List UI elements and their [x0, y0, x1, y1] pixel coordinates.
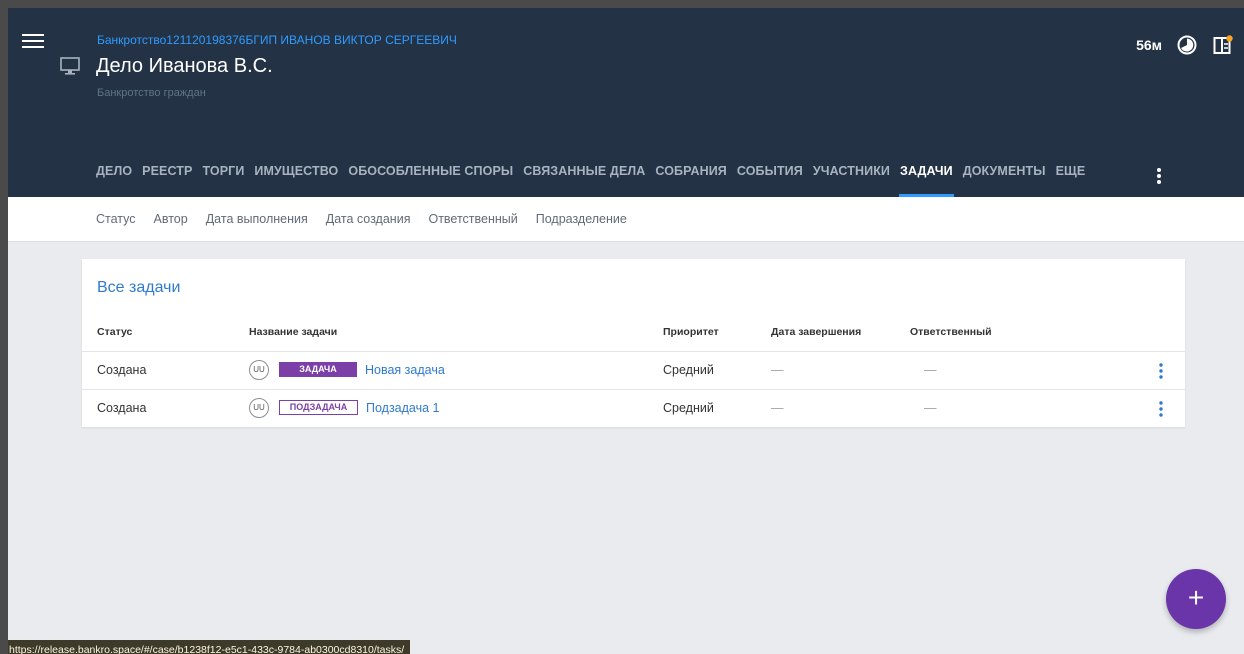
task-type-badge: ПОДЗАДАЧА	[279, 400, 358, 415]
filter-status[interactable]: Статус	[96, 212, 136, 226]
add-task-button[interactable]: +	[1166, 569, 1226, 629]
filter-due-date[interactable]: Дата выполнения	[206, 212, 308, 226]
tab-registry[interactable]: РЕЕСТР	[137, 164, 197, 197]
column-header-status[interactable]: Статус	[97, 326, 132, 338]
tab-related-cases[interactable]: СВЯЗАННЫЕ ДЕЛА	[518, 164, 650, 197]
case-tabs: ДЕЛО РЕЕСТР ТОРГИ ИМУЩЕСТВО ОБОСОБЛЕННЫЕ…	[96, 164, 1090, 197]
case-header: Банкротство121120198376БГИП ИВАНОВ ВИКТО…	[8, 8, 1244, 197]
avatar: UU	[249, 398, 269, 418]
filter-department[interactable]: Подразделение	[536, 212, 627, 226]
task-priority: Средний	[663, 363, 714, 377]
case-supertitle[interactable]: Банкротство121120198376БГИП ИВАНОВ ВИКТО…	[97, 33, 457, 47]
tab-participants[interactable]: УЧАСТНИКИ	[808, 164, 895, 197]
more-vert-icon[interactable]	[1153, 166, 1165, 186]
tasks-card: Все задачи Статус Название задачи Приори…	[82, 259, 1185, 427]
header-actions: 56м	[1136, 34, 1234, 56]
column-header-name[interactable]: Название задачи	[249, 326, 337, 338]
task-status: Создана	[97, 401, 147, 415]
filter-author[interactable]: Автор	[154, 212, 188, 226]
filter-bar: Статус Автор Дата выполнения Дата создан…	[8, 197, 1244, 242]
notifications-panel-icon[interactable]	[1212, 34, 1234, 56]
task-due-date: —	[771, 363, 784, 377]
app-frame: Банкротство121120198376БГИП ИВАНОВ ВИКТО…	[0, 0, 1244, 654]
task-assignee: —	[924, 363, 937, 377]
task-priority: Средний	[663, 401, 714, 415]
tab-events[interactable]: СОБЫТИЯ	[732, 164, 808, 197]
menu-icon[interactable]	[22, 34, 44, 52]
case-subtitle: Банкротство граждан	[97, 87, 206, 99]
filter-assignee[interactable]: Ответственный	[428, 212, 517, 226]
notification-dot	[1226, 35, 1233, 42]
table-row[interactable]: Создана UU ПОДЗАДАЧА Подзадача 1 Средний…	[82, 389, 1185, 427]
tab-more[interactable]: ЕЩЕ	[1051, 164, 1091, 197]
tab-documents[interactable]: ДОКУМЕНТЫ	[958, 164, 1051, 197]
row-more-icon[interactable]	[1158, 362, 1164, 380]
task-due-date: —	[771, 401, 784, 415]
task-name-link[interactable]: Новая задача	[365, 363, 445, 377]
tab-property[interactable]: ИМУЩЕСТВО	[249, 164, 343, 197]
task-name-link[interactable]: Подзадача 1	[366, 401, 440, 415]
tab-tasks[interactable]: ЗАДАЧИ	[895, 164, 958, 197]
task-status: Создана	[97, 363, 147, 377]
page-title: Дело Иванова В.С.	[96, 55, 273, 77]
time-label: 56м	[1136, 37, 1162, 53]
tab-case[interactable]: ДЕЛО	[96, 164, 137, 197]
tab-auctions[interactable]: ТОРГИ	[197, 164, 249, 197]
timer-icon[interactable]	[1176, 34, 1198, 56]
monitor-icon	[60, 57, 80, 75]
row-more-icon[interactable]	[1158, 400, 1164, 418]
tab-meetings[interactable]: СОБРАНИЯ	[650, 164, 732, 197]
tab-separate-disputes[interactable]: ОБОСОБЛЕННЫЕ СПОРЫ	[343, 164, 518, 197]
column-header-priority[interactable]: Приоритет	[663, 326, 719, 338]
tasks-card-title: Все задачи	[97, 279, 181, 296]
column-header-assignee[interactable]: Ответственный	[910, 326, 992, 338]
status-bar-url: https://release.bankro.space/#/case/b123…	[8, 640, 411, 654]
task-type-badge: ЗАДАЧА	[279, 362, 357, 377]
filter-created-date[interactable]: Дата создания	[326, 212, 411, 226]
task-assignee: —	[924, 401, 937, 415]
table-row[interactable]: Создана UU ЗАДАЧА Новая задача Средний —…	[82, 351, 1185, 389]
column-header-due-date[interactable]: Дата завершения	[771, 326, 861, 338]
avatar: UU	[249, 360, 269, 380]
